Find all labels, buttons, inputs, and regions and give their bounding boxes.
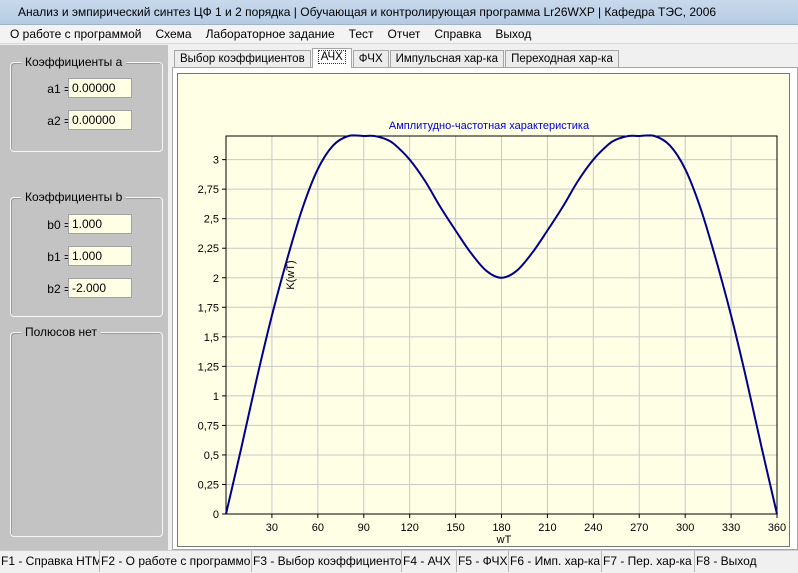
amplitude-frequency-chart: Амплитудно-частотная характеристика 30 60…: [198, 120, 787, 546]
x-tick-label: 210: [538, 522, 556, 534]
tab-step[interactable]: Переходная хар-ка: [505, 50, 619, 68]
menu-lab-task[interactable]: Лабораторное задание: [199, 25, 342, 44]
y-tick-label: 1,5: [204, 332, 219, 344]
window-title-bar: Анализ и эмпирический синтез ЦФ 1 и 2 по…: [0, 0, 798, 25]
a2-input[interactable]: 0.00000: [68, 110, 132, 130]
status-f7[interactable]: F7 - Пер. хар-ка: [602, 551, 695, 572]
y-tick-label: 2,75: [198, 184, 219, 196]
status-f3[interactable]: F3 - Выбор коэффициентов: [252, 551, 402, 572]
menu-scheme[interactable]: Схема: [148, 25, 198, 44]
tab-achx[interactable]: АЧХ: [311, 48, 352, 68]
b0-input[interactable]: 1.000: [68, 214, 132, 234]
menu-report[interactable]: Отчет: [380, 25, 427, 44]
y-axis-label: K(wT): [285, 260, 297, 289]
y-tick-label: 0: [213, 509, 219, 521]
status-f8[interactable]: F8 - Выход: [695, 551, 798, 572]
x-tick-label: 360: [768, 522, 786, 534]
b1-input[interactable]: 1.000: [68, 246, 132, 266]
chart-panel: Выбор коэффициентов АЧХ ФЧХ Импульсная х…: [168, 45, 798, 550]
y-tick-label: 3: [213, 155, 219, 167]
poles-title: Полюсов нет: [21, 325, 101, 339]
coef-a-title: Коэффициенты a: [21, 55, 127, 69]
coefficients-panel: Коэффициенты a a1 = 0.00000 a2 = 0.00000…: [0, 45, 168, 550]
x-tick-label: 300: [676, 522, 694, 534]
menu-bar: О работе с программой Схема Лабораторное…: [0, 25, 798, 44]
y-tick-label: 1,25: [198, 361, 219, 373]
x-axis-label: wT: [496, 534, 512, 546]
y-tick-label: 2,25: [198, 243, 219, 255]
y-tick-label: 2,5: [204, 214, 219, 226]
menu-about[interactable]: О работе с программой: [0, 25, 148, 44]
a1-row: a1 = 0.00000: [11, 78, 164, 100]
x-tick-label: 180: [492, 522, 510, 534]
coef-a-group: Коэффициенты a a1 = 0.00000 a2 = 0.00000: [10, 55, 164, 152]
x-tick-label: 150: [446, 522, 464, 534]
tab-impulse[interactable]: Импульсная хар-ка: [389, 50, 505, 68]
chart-title: Амплитудно-частотная характеристика: [389, 120, 590, 132]
x-tick-label: 90: [358, 522, 370, 534]
tab-fchx-label: ФЧХ: [358, 53, 383, 65]
x-tick-label: 30: [266, 522, 278, 534]
menu-exit[interactable]: Выход: [488, 25, 538, 44]
y-tick-label: 1: [213, 391, 219, 403]
x-tick-label: 240: [584, 522, 602, 534]
y-tick-label: 0,5: [204, 450, 219, 462]
chart-container: Амплитудно-частотная характеристика 30 60…: [177, 73, 790, 547]
tab-achx-label: АЧХ: [317, 50, 346, 64]
tab-strip: Выбор коэффициентов АЧХ ФЧХ Импульсная х…: [174, 48, 620, 68]
tab-impulse-label: Импульсная хар-ка: [395, 53, 499, 65]
status-f4[interactable]: F4 - АЧХ: [402, 551, 457, 572]
b0-row: b0 = 1.000: [11, 214, 164, 236]
x-tick-label: 270: [630, 522, 648, 534]
status-f2[interactable]: F2 - О работе с программой: [100, 551, 252, 572]
coef-b-group: Коэффициенты b b0 = 1.000 b1 = 1.000 b2 …: [10, 190, 164, 317]
b1-row: b1 = 1.000: [11, 246, 164, 268]
a2-row: a2 = 0.00000: [11, 110, 164, 132]
coef-b-title: Коэффициенты b: [21, 190, 127, 204]
ticks-layer: 30 60 90 120 150 180 210 240 270 300 330 360 0 0,25 0,…: [198, 155, 787, 534]
menu-help[interactable]: Справка: [427, 25, 488, 44]
b2-input[interactable]: -2.000: [68, 278, 132, 298]
tab-fchx[interactable]: ФЧХ: [352, 50, 389, 68]
status-f5[interactable]: F5 - ФЧХ: [457, 551, 509, 572]
a1-input[interactable]: 0.00000: [68, 78, 132, 98]
b2-row: b2 = -2.000: [11, 278, 164, 300]
y-tick-label: 0,75: [198, 420, 219, 432]
y-tick-label: 2: [213, 273, 219, 285]
status-f6[interactable]: F6 - Имп. хар-ка: [509, 551, 602, 572]
y-tick-label: 0,25: [198, 479, 219, 491]
menu-test[interactable]: Тест: [342, 25, 381, 44]
poles-group: Полюсов нет: [10, 325, 163, 537]
tab-step-label: Переходная хар-ка: [511, 53, 613, 65]
x-tick-label: 330: [722, 522, 740, 534]
tab-page-achx: Амплитудно-частотная характеристика 30 60…: [172, 67, 798, 550]
window-title: Анализ и эмпирический синтез ЦФ 1 и 2 по…: [18, 5, 717, 19]
y-tick-label: 1,75: [198, 302, 219, 314]
status-f1[interactable]: F1 - Справка HTML: [0, 551, 100, 572]
status-bar: F1 - Справка HTML F2 - О работе с програ…: [0, 550, 798, 573]
tab-coefficients[interactable]: Выбор коэффициентов: [174, 50, 311, 68]
x-tick-label: 120: [400, 522, 418, 534]
x-tick-label: 60: [312, 522, 324, 534]
tab-coefficients-label: Выбор коэффициентов: [180, 53, 305, 65]
